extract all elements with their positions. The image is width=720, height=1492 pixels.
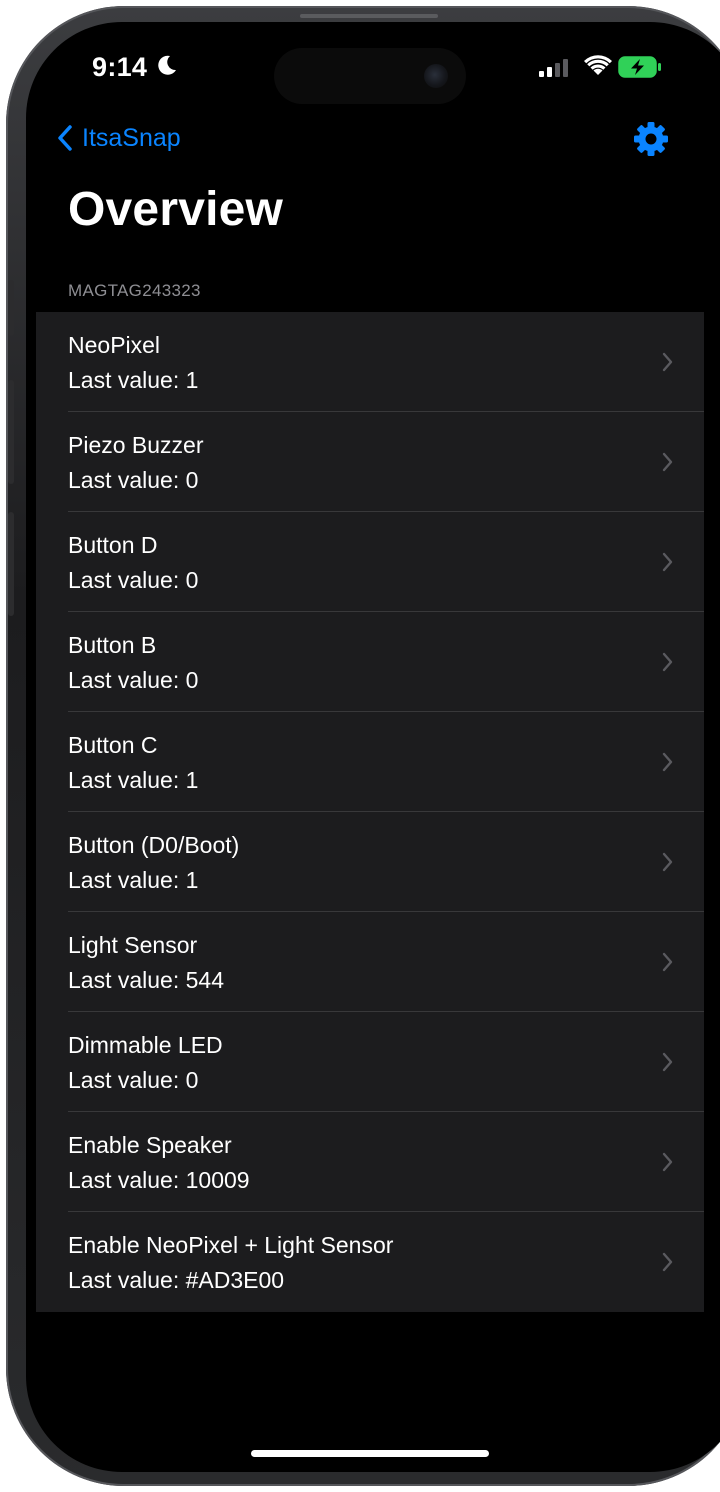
status-time: 9:14 bbox=[92, 52, 148, 82]
item-title: Enable NeoPixel + Light Sensor bbox=[68, 1232, 394, 1258]
chevron-right-icon bbox=[662, 752, 673, 772]
list-item[interactable]: Dimmable LED Last value: 0 bbox=[36, 1012, 704, 1112]
section-header: MAGTAG243323 bbox=[68, 281, 201, 300]
moon-icon bbox=[158, 55, 176, 75]
item-title: Enable Speaker bbox=[68, 1132, 232, 1158]
feed-list: NeoPixel Last value: 1 Piezo Buzzer Last… bbox=[36, 312, 704, 1312]
cellular-signal-icon bbox=[539, 59, 568, 77]
item-last-value: Last value: 1 bbox=[68, 867, 199, 893]
item-title: Button D bbox=[68, 532, 158, 558]
back-button-label: ItsaSnap bbox=[82, 123, 181, 152]
chevron-right-icon bbox=[662, 852, 673, 872]
chevron-left-icon bbox=[58, 125, 72, 151]
front-camera bbox=[424, 64, 448, 88]
item-last-value: Last value: 10009 bbox=[68, 1167, 250, 1193]
item-title: Light Sensor bbox=[68, 932, 198, 958]
gear-icon[interactable] bbox=[632, 120, 670, 158]
item-last-value: Last value: #AD3E00 bbox=[68, 1267, 285, 1293]
chevron-right-icon bbox=[662, 352, 673, 372]
chevron-right-icon bbox=[662, 1052, 673, 1072]
item-title: NeoPixel bbox=[68, 332, 161, 358]
list-item[interactable]: Light Sensor Last value: 544 bbox=[36, 912, 704, 1012]
list-item[interactable]: Piezo Buzzer Last value: 0 bbox=[36, 412, 704, 512]
phone-screen: 9:14 ItsaSnap Overview MAGTAG243323 NeoP… bbox=[26, 22, 720, 1472]
status-bar: 9:14 bbox=[26, 22, 720, 122]
chevron-right-icon bbox=[662, 652, 673, 672]
chevron-right-icon bbox=[662, 1152, 673, 1172]
item-last-value: Last value: 0 bbox=[68, 567, 199, 593]
item-last-value: Last value: 1 bbox=[68, 767, 199, 793]
action-button bbox=[8, 280, 14, 336]
item-last-value: Last value: 0 bbox=[68, 467, 199, 493]
list-item[interactable]: NeoPixel Last value: 1 bbox=[36, 312, 704, 412]
back-button[interactable]: ItsaSnap bbox=[56, 122, 181, 154]
list-item[interactable]: Button D Last value: 0 bbox=[36, 512, 704, 612]
chevron-right-icon bbox=[662, 952, 673, 972]
item-last-value: Last value: 544 bbox=[68, 967, 225, 993]
chevron-right-icon bbox=[662, 452, 673, 472]
list-item[interactable]: Button B Last value: 0 bbox=[36, 612, 704, 712]
item-title: Button (D0/Boot) bbox=[68, 832, 240, 858]
volume-down-button bbox=[8, 512, 14, 616]
chevron-right-icon bbox=[662, 1252, 673, 1272]
item-last-value: Last value: 0 bbox=[68, 667, 199, 693]
page-title: Overview bbox=[68, 183, 284, 236]
list-item[interactable]: Button C Last value: 1 bbox=[36, 712, 704, 812]
item-last-value: Last value: 0 bbox=[68, 1067, 199, 1093]
chevron-right-icon bbox=[662, 552, 673, 572]
item-title: Dimmable LED bbox=[68, 1032, 223, 1058]
item-title: Button C bbox=[68, 732, 158, 758]
volume-up-button bbox=[8, 380, 14, 484]
item-title: Piezo Buzzer bbox=[68, 432, 204, 458]
item-title: Button B bbox=[68, 632, 157, 658]
home-indicator[interactable] bbox=[251, 1450, 489, 1457]
speaker-grille bbox=[300, 14, 438, 18]
item-last-value: Last value: 1 bbox=[68, 367, 199, 393]
dynamic-island bbox=[274, 48, 466, 104]
wifi-icon bbox=[584, 55, 612, 75]
battery-charging-icon bbox=[618, 56, 661, 78]
list-item[interactable]: Enable Speaker Last value: 10009 bbox=[36, 1112, 704, 1212]
list-item[interactable]: Button (D0/Boot) Last value: 1 bbox=[36, 812, 704, 912]
list-item[interactable]: Enable NeoPixel + Light Sensor Last valu… bbox=[36, 1212, 704, 1312]
